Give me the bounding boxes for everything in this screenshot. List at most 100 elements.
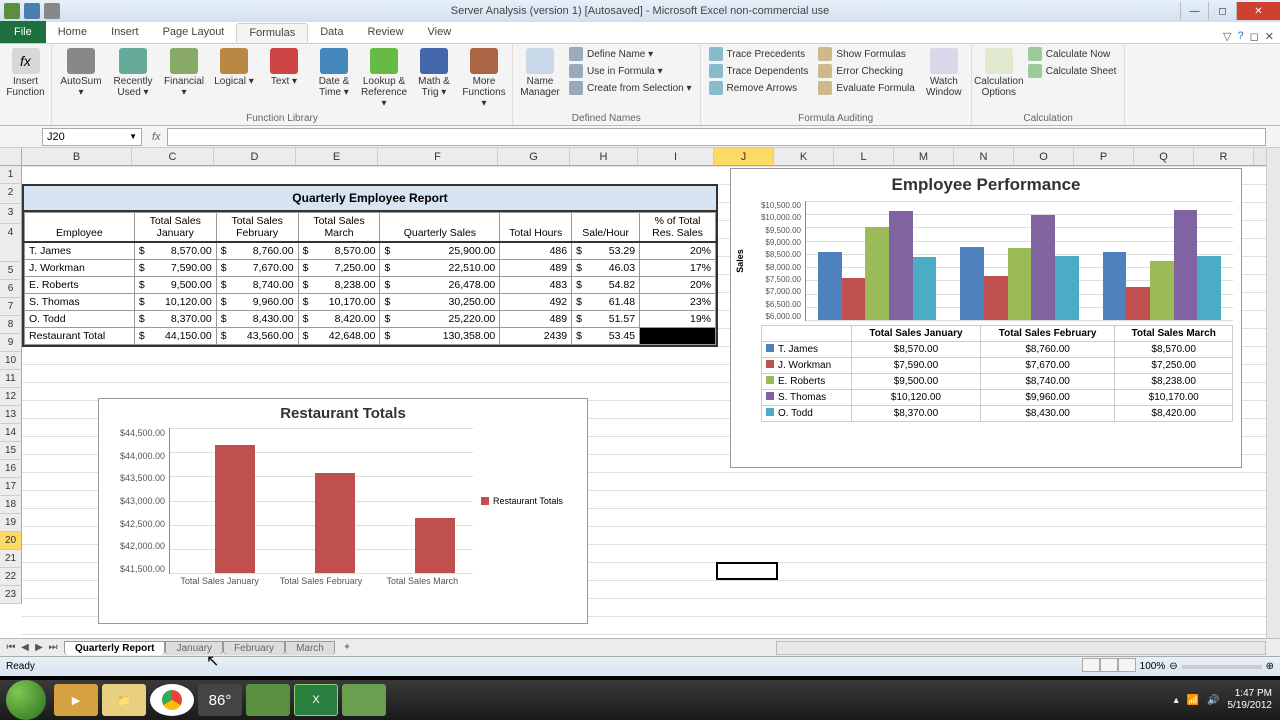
bar[interactable] [1008, 248, 1032, 320]
bar[interactable] [913, 257, 937, 320]
table-row[interactable]: O. Todd8,370.008,430.008,420.0025,220.00… [25, 311, 716, 328]
table-cell[interactable]: 7,590.00 [134, 260, 216, 277]
help-icon[interactable]: ? [1238, 30, 1244, 43]
row-header[interactable]: 3 [0, 204, 22, 224]
table-cell[interactable]: T. James [25, 242, 135, 260]
column-header[interactable]: J [714, 148, 774, 165]
table-cell[interactable]: 51.57 [572, 311, 640, 328]
view-buttons[interactable] [1082, 658, 1136, 675]
table-cell[interactable]: 17% [640, 260, 716, 277]
restore-window-icon[interactable]: ◻ [1250, 30, 1259, 43]
column-header[interactable]: O [1014, 148, 1074, 165]
file-tab[interactable]: File [0, 21, 46, 43]
lookup-reference-button[interactable]: Lookup & Reference ▾ [360, 46, 408, 111]
quarterly-report-table[interactable]: Quarterly Employee Report EmployeeTotal … [22, 184, 718, 347]
table-cell[interactable] [640, 328, 716, 345]
row-header[interactable]: 18 [0, 496, 22, 514]
name-box[interactable]: J20▼ [42, 128, 142, 146]
column-header[interactable]: Q [1134, 148, 1194, 165]
table-row[interactable]: S. Thomas$10,120.00$9,960.00$10,170.00 [762, 390, 1233, 406]
table-cell[interactable]: 492 [500, 294, 572, 311]
column-header[interactable]: B [22, 148, 132, 165]
tab-review[interactable]: Review [355, 23, 415, 43]
worksheet-grid[interactable]: BCDEFGHIJKLMNOPQR 1234567891011121314151… [0, 148, 1280, 638]
explorer-icon[interactable]: 📁 [102, 684, 146, 716]
bar[interactable] [1126, 287, 1150, 320]
sheet-nav-button[interactable]: ▶ [32, 642, 46, 653]
tab-insert[interactable]: Insert [99, 23, 151, 43]
text-button[interactable]: Text ▾ [260, 46, 308, 89]
bar[interactable] [818, 252, 842, 320]
column-header[interactable]: P [1074, 148, 1134, 165]
trace-precedents-button[interactable]: Trace Precedents [705, 46, 813, 62]
sheet-nav-button[interactable]: ⏭ [46, 642, 60, 653]
table-cell[interactable]: 130,358.00 [380, 328, 500, 345]
close-button[interactable]: ✕ [1236, 2, 1280, 20]
bar[interactable] [1150, 261, 1174, 320]
zoom-in-button[interactable]: ⊕ [1266, 661, 1274, 672]
bar[interactable] [1103, 252, 1127, 320]
row-header[interactable]: 8 [0, 316, 22, 334]
bar[interactable] [1197, 256, 1221, 320]
table-cell[interactable]: 20% [640, 242, 716, 260]
table-cell[interactable]: 43,560.00 [216, 328, 298, 345]
network-icon[interactable]: 📶 [1187, 695, 1199, 706]
sheet-tab[interactable]: March [285, 641, 335, 655]
table-cell[interactable]: 25,900.00 [380, 242, 500, 260]
table-cell[interactable]: 26,478.00 [380, 277, 500, 294]
row-header[interactable]: 20 [0, 532, 22, 550]
financial-button[interactable]: Financial ▾ [160, 46, 208, 100]
row-header[interactable]: 11 [0, 370, 22, 388]
remove-arrows-button[interactable]: Remove Arrows [705, 80, 813, 96]
bar[interactable] [842, 278, 866, 320]
table-cell[interactable]: 489 [500, 311, 572, 328]
column-header[interactable]: E [296, 148, 378, 165]
column-header[interactable]: N [954, 148, 1014, 165]
row-header[interactable]: 6 [0, 280, 22, 298]
table-cell[interactable]: S. Thomas [25, 294, 135, 311]
row-header[interactable]: 14 [0, 424, 22, 442]
sheet-nav-button[interactable]: ◀ [18, 642, 32, 653]
employee-performance-chart[interactable]: Employee Performance Sales $10,500.00$10… [730, 168, 1242, 468]
table-cell[interactable]: 44,150.00 [134, 328, 216, 345]
table-cell[interactable]: 8,760.00 [216, 242, 298, 260]
table-cell[interactable]: 25,220.00 [380, 311, 500, 328]
table-cell[interactable]: Restaurant Total [25, 328, 135, 345]
table-cell[interactable]: 483 [500, 277, 572, 294]
column-header[interactable]: M [894, 148, 954, 165]
bar[interactable] [1031, 215, 1055, 320]
column-header[interactable]: I [638, 148, 714, 165]
new-sheet-icon[interactable]: ✦ [343, 642, 351, 653]
row-header[interactable]: 23 [0, 586, 22, 604]
row-header[interactable]: 12 [0, 388, 22, 406]
table-cell[interactable]: E. Roberts [25, 277, 135, 294]
bar[interactable] [889, 211, 913, 320]
column-header[interactable]: G [498, 148, 570, 165]
bar[interactable] [984, 276, 1008, 320]
table-cell[interactable]: 8,740.00 [216, 277, 298, 294]
tab-page-layout[interactable]: Page Layout [151, 23, 237, 43]
sheet-tab[interactable]: February [223, 641, 285, 655]
error-checking-button[interactable]: Error Checking [814, 63, 918, 79]
table-cell[interactable]: 9,960.00 [216, 294, 298, 311]
tab-formulas[interactable]: Formulas [236, 23, 308, 43]
table-row[interactable]: T. James8,570.008,760.008,570.0025,900.0… [25, 242, 716, 260]
table-cell[interactable]: 19% [640, 311, 716, 328]
table-cell[interactable]: J. Workman [25, 260, 135, 277]
sheet-nav-button[interactable]: ⏮ [4, 642, 18, 653]
row-header[interactable]: 15 [0, 442, 22, 460]
horizontal-scrollbar[interactable] [776, 641, 1266, 655]
column-header[interactable]: H [570, 148, 638, 165]
more-functions-button[interactable]: More Functions ▾ [460, 46, 508, 111]
calculate-sheet-button[interactable]: Calculate Sheet [1024, 63, 1121, 79]
excel-taskbar-icon[interactable]: X [294, 684, 338, 716]
start-button[interactable] [6, 680, 46, 720]
table-row[interactable]: E. Roberts$9,500.00$8,740.00$8,238.00 [762, 374, 1233, 390]
media-player-icon[interactable]: ▶ [54, 684, 98, 716]
bar[interactable] [865, 227, 889, 320]
show-formulas-button[interactable]: Show Formulas [814, 46, 918, 62]
column-header[interactable]: L [834, 148, 894, 165]
calculate-now-button[interactable]: Calculate Now [1024, 46, 1121, 62]
weather-icon[interactable]: 86° [198, 684, 242, 716]
table-row[interactable]: O. Todd$8,370.00$8,430.00$8,420.00 [762, 406, 1233, 422]
